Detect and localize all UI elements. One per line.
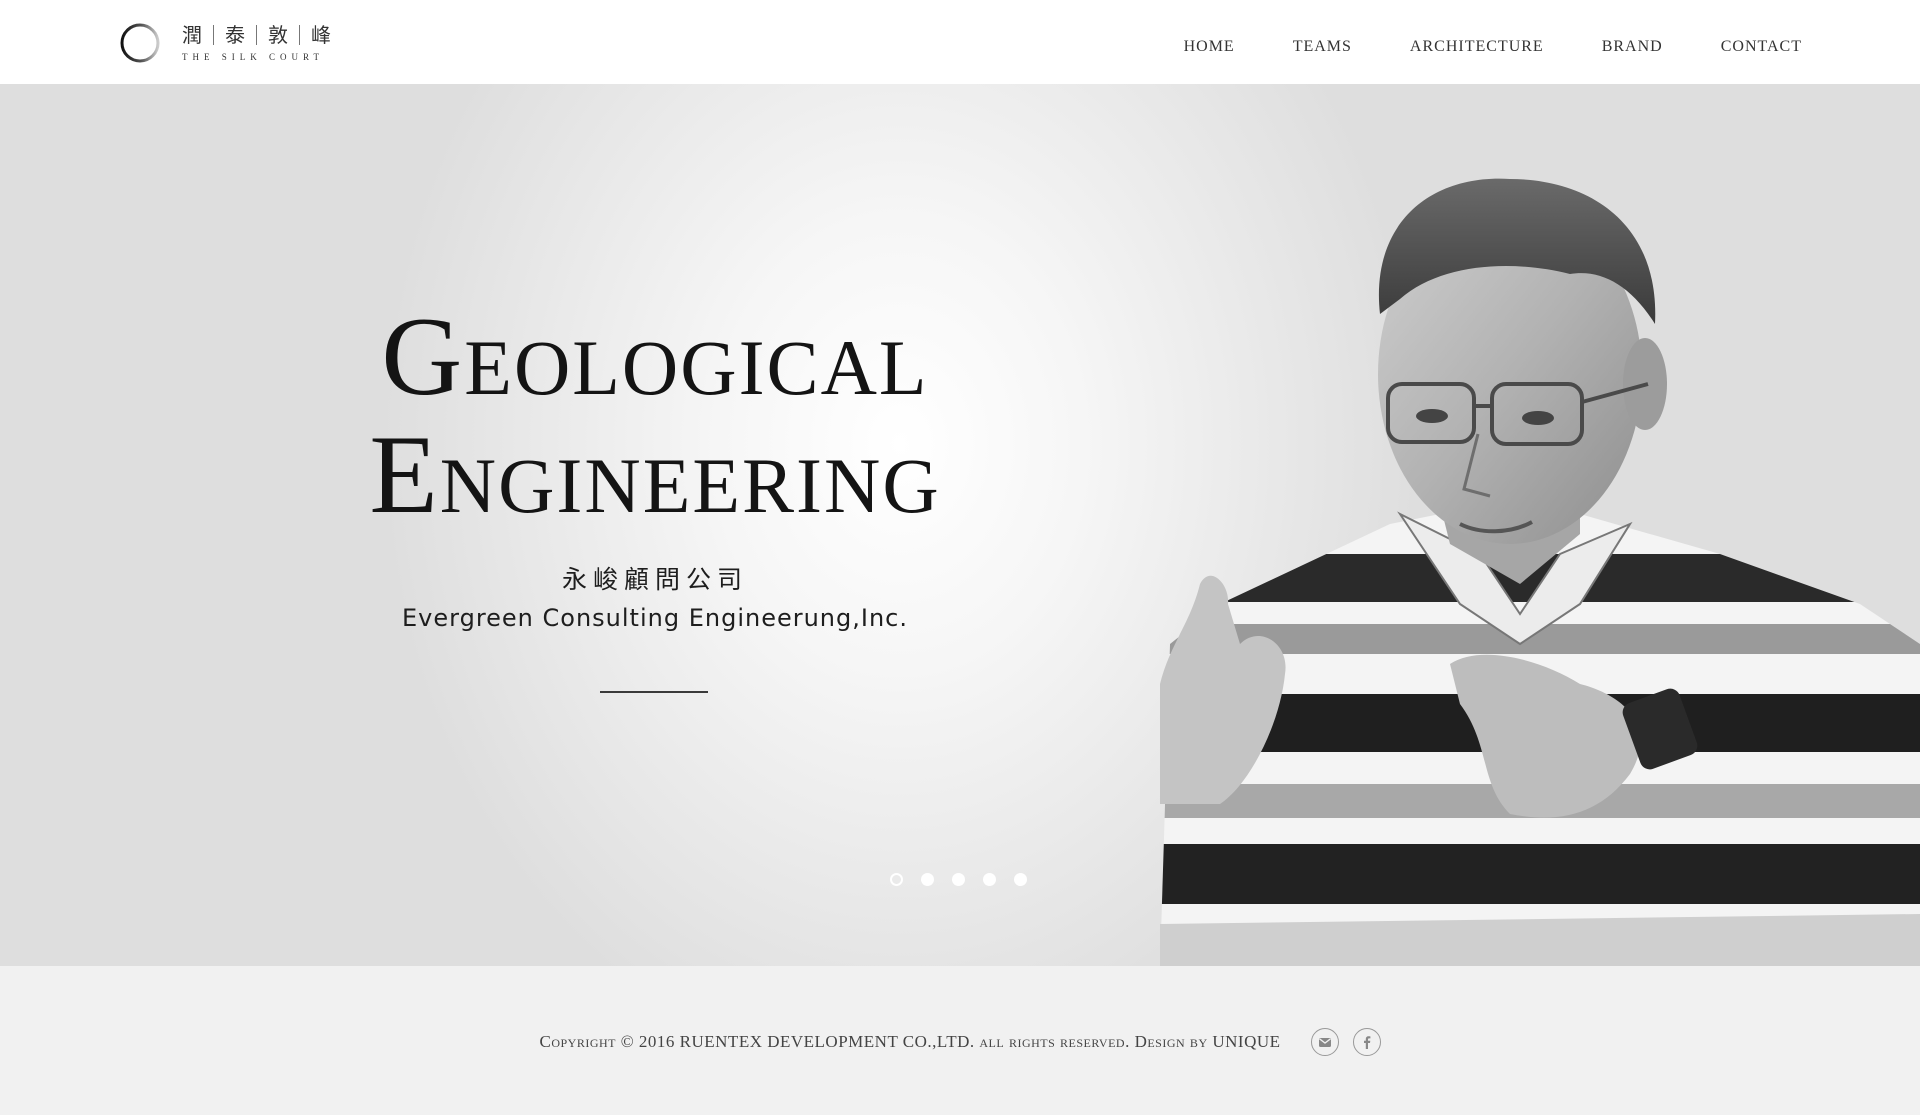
- site-footer: Copyright © 2016 RUENTEX DEVELOPMENT CO.…: [0, 966, 1920, 1115]
- hero-title-line2: Engineering: [369, 413, 941, 537]
- nav-brand[interactable]: BRAND: [1602, 38, 1663, 56]
- copyright-text: Copyright © 2016 RUENTEX DEVELOPMENT CO.…: [539, 1032, 1281, 1051]
- slider-dot-3[interactable]: [952, 873, 965, 886]
- slider-dot-5[interactable]: [1014, 873, 1027, 886]
- hero-divider: [600, 691, 708, 693]
- hero-slider: Geological Engineering 永峻顧問公司 Evergreen …: [0, 84, 1920, 966]
- slider-dot-4[interactable]: [983, 873, 996, 886]
- slider-pagination: [890, 873, 1045, 886]
- mail-icon: [1318, 1038, 1331, 1047]
- slider-dot-1[interactable]: [890, 873, 903, 886]
- nav-home[interactable]: HOME: [1184, 38, 1235, 56]
- logo-english: The Silk Court: [182, 52, 324, 62]
- mail-button[interactable]: [1310, 1028, 1339, 1056]
- social-links: [1297, 1028, 1381, 1056]
- facebook-icon: [1363, 1036, 1370, 1049]
- facebook-button[interactable]: [1352, 1028, 1381, 1056]
- nav-architecture[interactable]: ARCHITECTURE: [1410, 38, 1544, 56]
- logo-ring-icon: [118, 22, 162, 64]
- hero-title-line1: Geological: [381, 295, 929, 419]
- hero-subtitle-chinese: 永峻顧問公司: [561, 565, 748, 594]
- nav-contact[interactable]: CONTACT: [1721, 38, 1802, 56]
- hero-subtitle-english: Evergreen Consulting Engineerung,Inc.: [402, 604, 908, 632]
- main-nav: HOME TEAMS ARCHITECTURE BRAND CONTACT: [1126, 38, 1802, 56]
- logo-chinese: 潤 泰 敦 峰: [182, 23, 331, 47]
- slider-dot-2[interactable]: [921, 873, 934, 886]
- site-header: 潤 泰 敦 峰 The Silk Court HOME TEAMS ARCHIT…: [0, 0, 1920, 84]
- portrait-image: [1160, 84, 1920, 966]
- nav-teams[interactable]: TEAMS: [1293, 38, 1352, 56]
- hero-title: Geological Engineering: [230, 298, 1080, 534]
- site-logo[interactable]: 潤 泰 敦 峰 The Silk Court: [118, 22, 331, 64]
